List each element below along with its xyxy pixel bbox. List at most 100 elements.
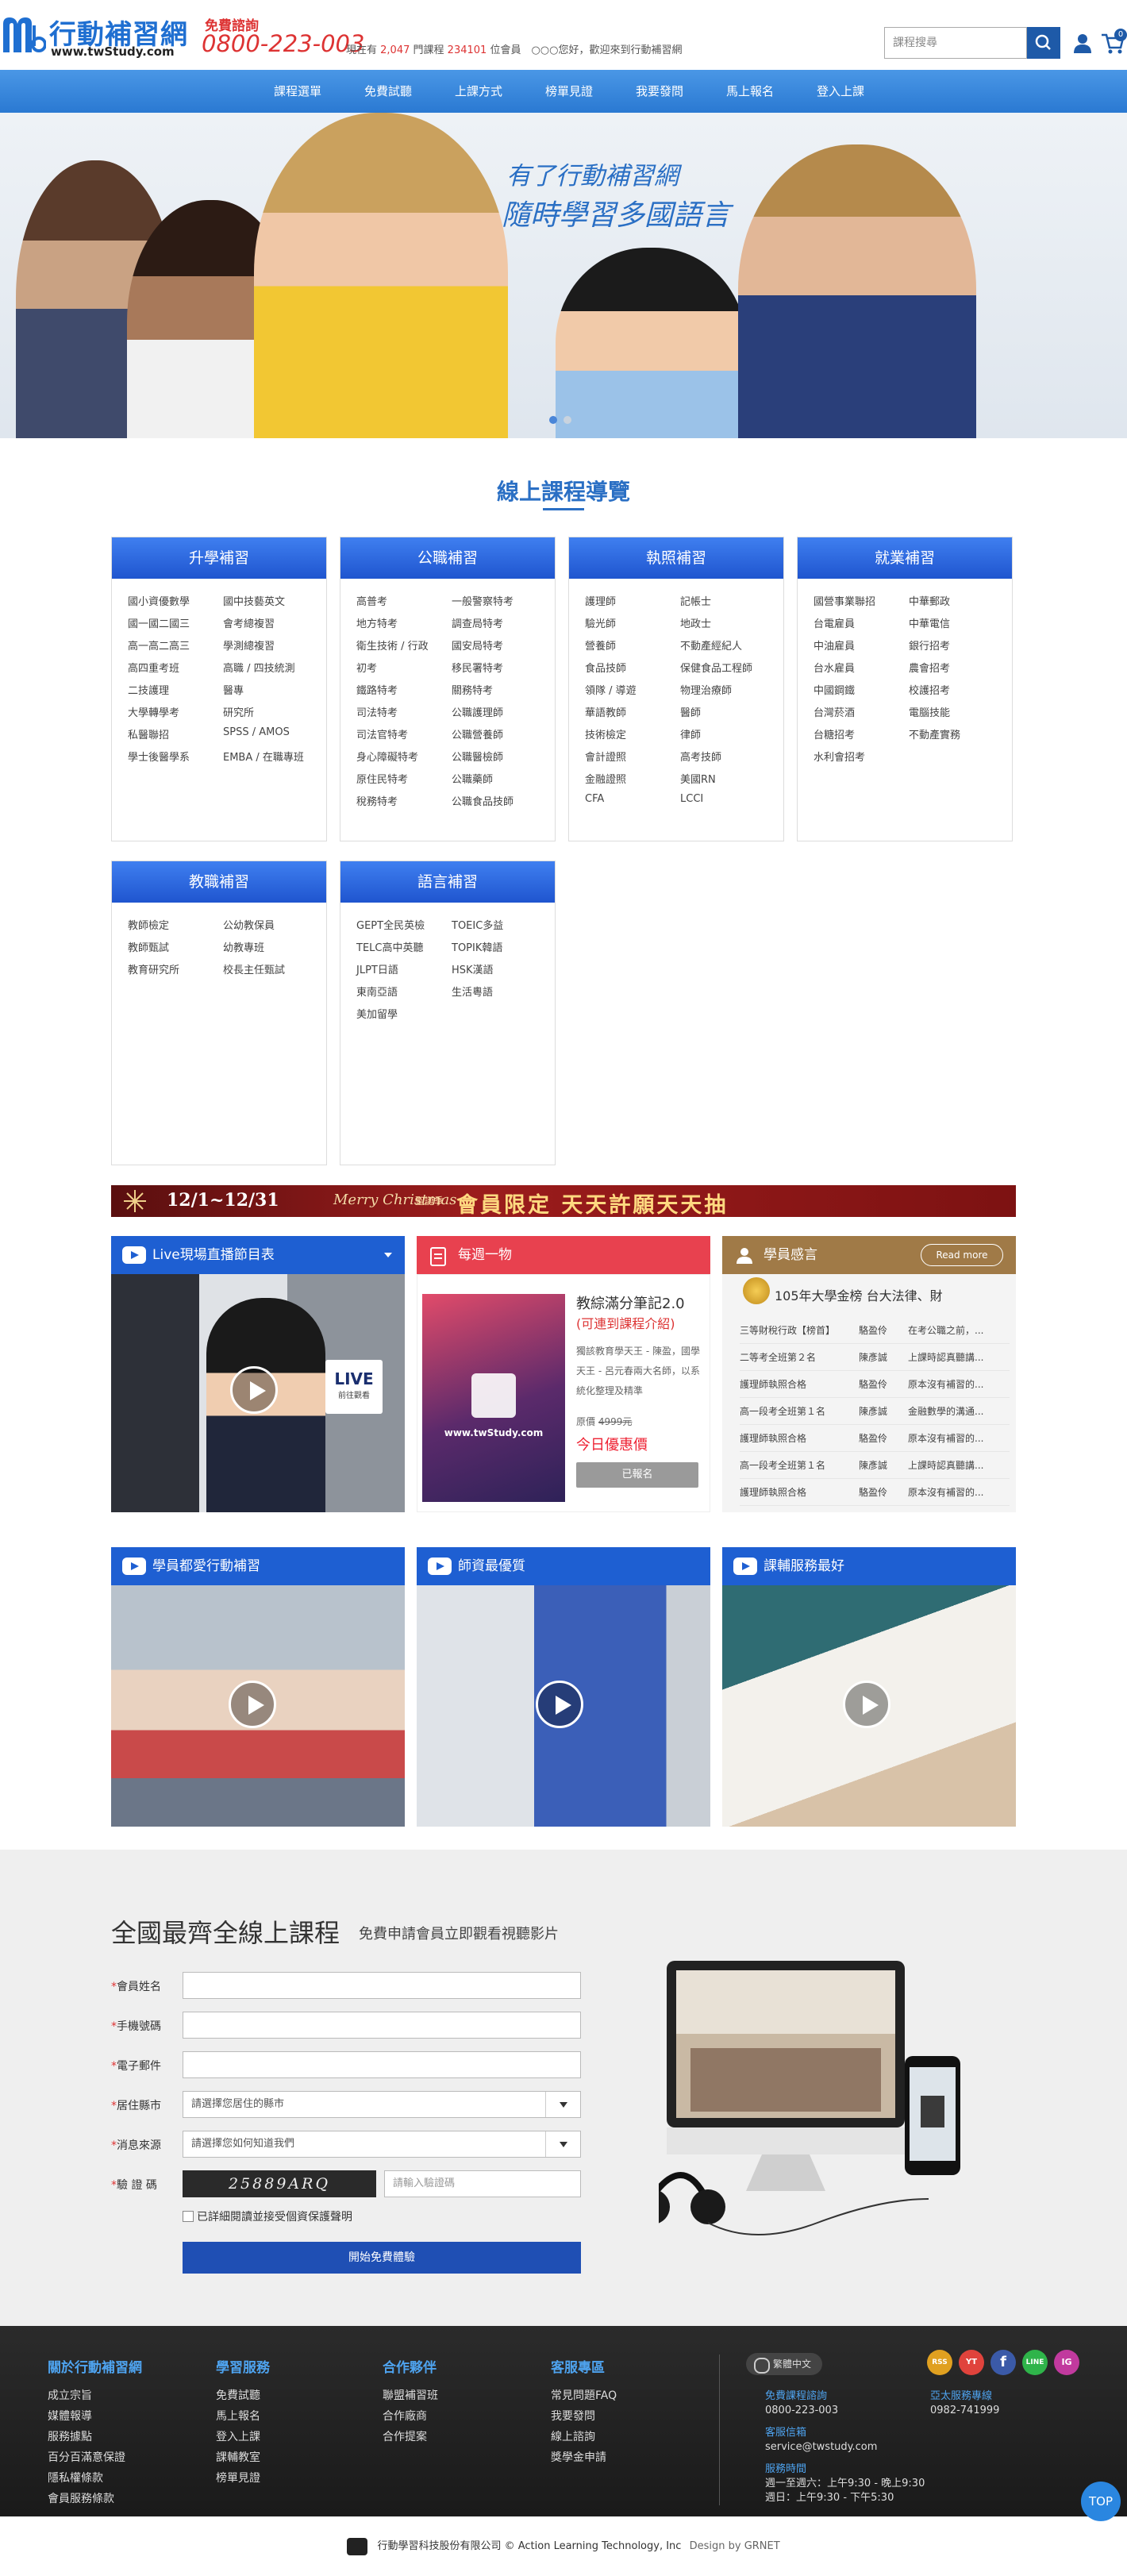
footer-link[interactable]: 榜單見證 bbox=[216, 2470, 270, 2490]
category-link[interactable]: 稅務特考 bbox=[356, 793, 444, 808]
category-title[interactable]: 升學補習 bbox=[112, 537, 326, 579]
footer-link[interactable]: 線上諮詢 bbox=[551, 2428, 617, 2449]
nav-item-signup[interactable]: 馬上報名 bbox=[705, 70, 795, 113]
book-register-button[interactable]: 已報名 bbox=[576, 1462, 698, 1488]
category-link[interactable]: 會計證照 bbox=[585, 749, 672, 764]
top-testimonial[interactable]: 105年大學金榜 台大法律、財 bbox=[743, 1277, 943, 1304]
category-link[interactable]: 公職營養師 bbox=[452, 726, 539, 741]
footer-link[interactable]: 合作廠商 bbox=[383, 2408, 438, 2428]
category-link[interactable]: 食品技師 bbox=[585, 660, 672, 675]
category-link[interactable]: 地政士 bbox=[680, 615, 767, 630]
category-link[interactable]: SPSS / AMOS bbox=[223, 726, 310, 741]
category-link[interactable]: LCCI bbox=[680, 793, 767, 805]
book-cover-image[interactable]: www.twStudy.com bbox=[422, 1294, 565, 1502]
footer-link[interactable]: 常見問題FAQ bbox=[551, 2387, 617, 2408]
category-link[interactable]: 關務特考 bbox=[452, 682, 539, 697]
slider-dot-2[interactable] bbox=[564, 416, 571, 424]
footer-link[interactable]: 我要發問 bbox=[551, 2408, 617, 2428]
category-link[interactable]: 國中技藝英文 bbox=[223, 593, 310, 608]
category-link[interactable]: 高職 / 四技統測 bbox=[223, 660, 310, 675]
category-link[interactable]: 初考 bbox=[356, 660, 444, 675]
category-link[interactable]: 醫師 bbox=[680, 704, 767, 719]
category-link[interactable]: 衛生技術 / 行政 bbox=[356, 637, 444, 653]
testimonial-row[interactable]: 高一段考全班第１名 陳彥誠 金融數學的溝通... bbox=[740, 1398, 1010, 1425]
category-link[interactable]: 大學轉學考 bbox=[128, 704, 215, 719]
nav-item-course-menu[interactable]: 課程選單 bbox=[252, 70, 343, 113]
read-more-button[interactable]: Read more bbox=[921, 1244, 1003, 1266]
category-link[interactable]: 公職醫檢師 bbox=[452, 749, 539, 764]
category-link[interactable]: 生活粵語 bbox=[452, 984, 539, 999]
design-credit[interactable]: Design by GRNET bbox=[690, 2540, 780, 2552]
category-link[interactable]: 律師 bbox=[680, 726, 767, 741]
promo-banner[interactable]: 12/1~12/31 Merry Christmas 聖誕季 會員限定 天天許願… bbox=[111, 1185, 1016, 1217]
testimonial-row[interactable]: 高一段考全班第１名 陳彥誠 上課時認真聽講... bbox=[740, 1452, 1010, 1479]
member-name-input[interactable] bbox=[183, 1972, 581, 1999]
category-link[interactable]: 電腦技能 bbox=[909, 704, 996, 719]
category-link[interactable]: 銀行招考 bbox=[909, 637, 996, 653]
testimonial-row[interactable]: 護理師執照合格 駱盈伶 原本沒有補習的... bbox=[740, 1479, 1010, 1506]
video-thumbnail[interactable] bbox=[417, 1585, 710, 1827]
category-link[interactable]: 不動產實務 bbox=[909, 726, 996, 741]
category-link[interactable]: 中油雇員 bbox=[814, 637, 901, 653]
dropdown-arrow-icon[interactable] bbox=[384, 1253, 392, 1257]
testimonial-row[interactable]: 護理師執照合格 駱盈伶 原本沒有補習的... bbox=[740, 1425, 1010, 1452]
category-link[interactable]: 司法特考 bbox=[356, 704, 444, 719]
category-link[interactable]: 華語教師 bbox=[585, 704, 672, 719]
category-link[interactable]: HSK漢語 bbox=[452, 961, 539, 976]
category-link[interactable]: 台水雇員 bbox=[814, 660, 901, 675]
category-link[interactable]: 台灣菸酒 bbox=[814, 704, 901, 719]
category-link[interactable]: 台電雇員 bbox=[814, 615, 901, 630]
category-link[interactable]: TOEIC多益 bbox=[452, 917, 539, 932]
category-link[interactable]: 移民署特考 bbox=[452, 660, 539, 675]
category-link[interactable]: TOPIK韓語 bbox=[452, 939, 539, 954]
category-link[interactable]: 地方特考 bbox=[356, 615, 444, 630]
footer-link[interactable]: 馬上報名 bbox=[216, 2408, 270, 2428]
testimonial-row[interactable]: 二等考全班第２名 陳彥誠 上課時認真聽講... bbox=[740, 1344, 1010, 1371]
nav-item-ask[interactable]: 我要發問 bbox=[614, 70, 705, 113]
video-thumbnail[interactable] bbox=[111, 1585, 405, 1827]
footer-link[interactable]: 免費試聽 bbox=[216, 2387, 270, 2408]
footer-link[interactable]: 百分百滿意保證 bbox=[48, 2449, 142, 2470]
category-link[interactable]: 中華電信 bbox=[909, 615, 996, 630]
category-link[interactable]: 台糖招考 bbox=[814, 726, 901, 741]
privacy-agree-checkbox[interactable]: 已詳細閱讀並接受個資保護聲明 bbox=[183, 2208, 352, 2224]
user-icon[interactable] bbox=[1071, 32, 1094, 54]
rss-icon[interactable]: RSS bbox=[927, 2350, 952, 2375]
category-link[interactable]: GEPT全民英檢 bbox=[356, 917, 444, 932]
footer-link[interactable]: 媒體報導 bbox=[48, 2408, 142, 2428]
category-link[interactable]: 公職食品技師 bbox=[452, 793, 539, 808]
category-title[interactable]: 公職補習 bbox=[340, 537, 555, 579]
phone-input[interactable] bbox=[183, 2012, 581, 2039]
category-title[interactable]: 語言補習 bbox=[340, 861, 555, 903]
slider-dot-1[interactable] bbox=[549, 416, 557, 424]
email-input[interactable] bbox=[183, 2051, 581, 2078]
footer-link[interactable]: 服務據點 bbox=[48, 2428, 142, 2449]
category-link[interactable]: 國安局特考 bbox=[452, 637, 539, 653]
play-button-icon[interactable] bbox=[230, 1366, 278, 1414]
category-link[interactable]: 公職藥師 bbox=[452, 771, 539, 786]
category-link[interactable]: 美國RN bbox=[680, 771, 767, 786]
consult-phone[interactable]: 0800-223-003 bbox=[749, 2404, 838, 2418]
category-link[interactable]: 鐵路特考 bbox=[356, 682, 444, 697]
search-button[interactable] bbox=[1027, 27, 1060, 59]
category-link[interactable]: 不動產經紀人 bbox=[680, 637, 767, 653]
live-badge[interactable]: LIVE 前往觀看 bbox=[325, 1360, 383, 1414]
footer-link[interactable]: 合作提案 bbox=[383, 2428, 438, 2449]
footer-link[interactable]: 課輔教室 bbox=[216, 2449, 270, 2470]
category-link[interactable]: 物理治療師 bbox=[680, 682, 767, 697]
category-link[interactable]: 二技護理 bbox=[128, 682, 215, 697]
live-video-thumbnail[interactable]: LIVE 前往觀看 bbox=[111, 1274, 405, 1512]
footer-link[interactable]: 會員服務條款 bbox=[48, 2490, 142, 2511]
instagram-icon[interactable]: IG bbox=[1054, 2350, 1079, 2375]
category-link[interactable]: 國小資優數學 bbox=[128, 593, 215, 608]
category-link[interactable]: CFA bbox=[585, 793, 672, 805]
offshore-phone[interactable]: 0982-741999 bbox=[917, 2404, 999, 2418]
category-link[interactable]: 公職護理師 bbox=[452, 704, 539, 719]
start-free-trial-button[interactable]: 開始免費體驗 bbox=[183, 2242, 581, 2274]
category-link[interactable]: 水利會招考 bbox=[814, 749, 901, 764]
category-link[interactable]: 校護招考 bbox=[909, 682, 996, 697]
category-link[interactable]: 原住民特考 bbox=[356, 771, 444, 786]
nav-item-how-to-learn[interactable]: 上課方式 bbox=[433, 70, 524, 113]
category-title[interactable]: 教職補習 bbox=[112, 861, 326, 903]
facebook-icon[interactable]: f bbox=[990, 2350, 1016, 2375]
